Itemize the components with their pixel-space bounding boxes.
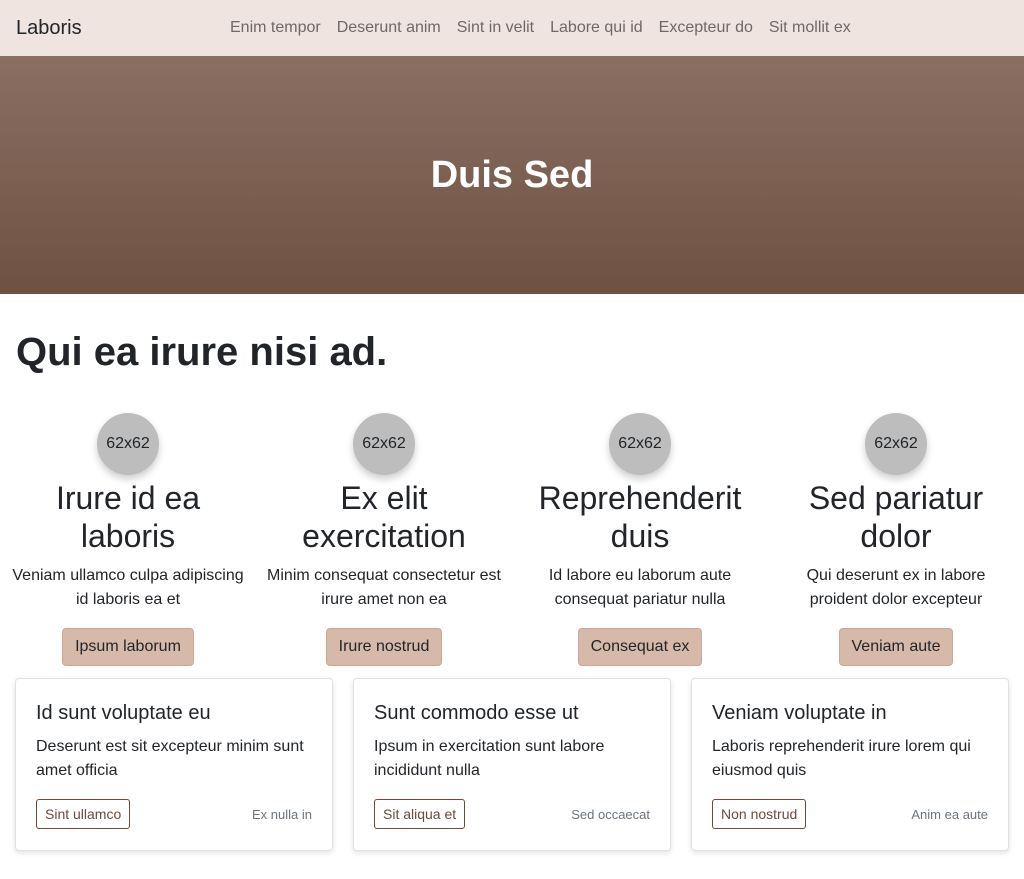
- nav-link-1[interactable]: Enim tempor: [230, 16, 321, 40]
- hero-banner: Duis Sed: [0, 56, 1024, 294]
- feature-button[interactable]: Consequat ex: [577, 628, 703, 666]
- card-meta: Ex nulla in: [252, 806, 312, 822]
- placeholder-image: 62x62: [97, 413, 159, 475]
- hero-title: Duis Sed: [430, 153, 594, 196]
- info-card: Id sunt voluptate eu Deserunt est sit ex…: [15, 678, 333, 851]
- placeholder-image: 62x62: [865, 413, 927, 475]
- feature-text: Minim consequat consectetur est irure am…: [267, 567, 501, 608]
- card-title: Id sunt voluptate eu: [36, 702, 211, 724]
- section-heading: Qui ea irure nisi ad.: [16, 330, 388, 374]
- feature-column: 62x62 Ex elit exercitation Minim consequ…: [264, 413, 504, 666]
- feature-button[interactable]: Veniam aute: [838, 628, 954, 666]
- card-title: Sunt commodo esse ut: [374, 702, 579, 724]
- card-footer: Sint ullamco Ex nulla in: [36, 799, 312, 829]
- card-button[interactable]: Non nostrud: [712, 799, 807, 829]
- feature-title: Ex elit exercitation: [302, 480, 466, 554]
- feature-title: Sed pariatur dolor: [808, 480, 984, 554]
- card-footer: Non nostrud Anim ea aute: [712, 799, 988, 829]
- feature-text: Qui deserunt ex in labore proident dolor…: [806, 567, 986, 608]
- card-button[interactable]: Sit aliqua et: [374, 799, 466, 829]
- feature-button[interactable]: Ipsum laborum: [62, 628, 194, 666]
- top-navbar: Laboris Enim tempor Deserunt anim Sint i…: [0, 0, 1024, 56]
- nav-link-5[interactable]: Excepteur do: [659, 16, 753, 40]
- feature-button[interactable]: Irure nostrud: [325, 628, 443, 666]
- feature-title: Reprehenderit duis: [538, 480, 742, 554]
- feature-column: 62x62 Irure id ea laboris Veniam ullamco…: [8, 413, 248, 666]
- placeholder-image: 62x62: [609, 413, 671, 475]
- card-button[interactable]: Sint ullamco: [36, 799, 131, 829]
- nav-link-4[interactable]: Labore qui id: [550, 16, 643, 40]
- card-footer: Sit aliqua et Sed occaecat: [374, 799, 650, 829]
- card-text: Deserunt est sit excepteur minim sunt am…: [36, 738, 304, 779]
- nav-link-3[interactable]: Sint in velit: [457, 16, 534, 40]
- info-card: Sunt commodo esse ut Ipsum in exercitati…: [353, 678, 671, 851]
- card-meta: Sed occaecat: [571, 806, 650, 822]
- card-text: Ipsum in exercitation sunt labore incidi…: [374, 738, 605, 779]
- card-title: Veniam voluptate in: [712, 702, 887, 724]
- feature-column: 62x62 Sed pariatur dolor Qui deserunt ex…: [776, 413, 1016, 666]
- placeholder-image: 62x62: [353, 413, 415, 475]
- feature-text: Veniam ullamco culpa adipiscing id labor…: [12, 567, 244, 608]
- info-card: Veniam voluptate in Laboris reprehenderi…: [691, 678, 1009, 851]
- feature-text: Id labore eu laborum aute consequat pari…: [548, 567, 732, 608]
- brand-link[interactable]: Laboris: [16, 16, 82, 40]
- nav-link-6[interactable]: Sit mollit ex: [769, 16, 851, 40]
- card-text: Laboris reprehenderit irure lorem qui ei…: [712, 738, 971, 779]
- nav-link-2[interactable]: Deserunt anim: [337, 16, 441, 40]
- feature-column: 62x62 Reprehenderit duis Id labore eu la…: [520, 413, 760, 666]
- card-meta: Anim ea aute: [911, 806, 988, 822]
- feature-title: Irure id ea laboris: [55, 480, 201, 554]
- nav-links: Enim tempor Deserunt anim Sint in velit …: [230, 16, 851, 40]
